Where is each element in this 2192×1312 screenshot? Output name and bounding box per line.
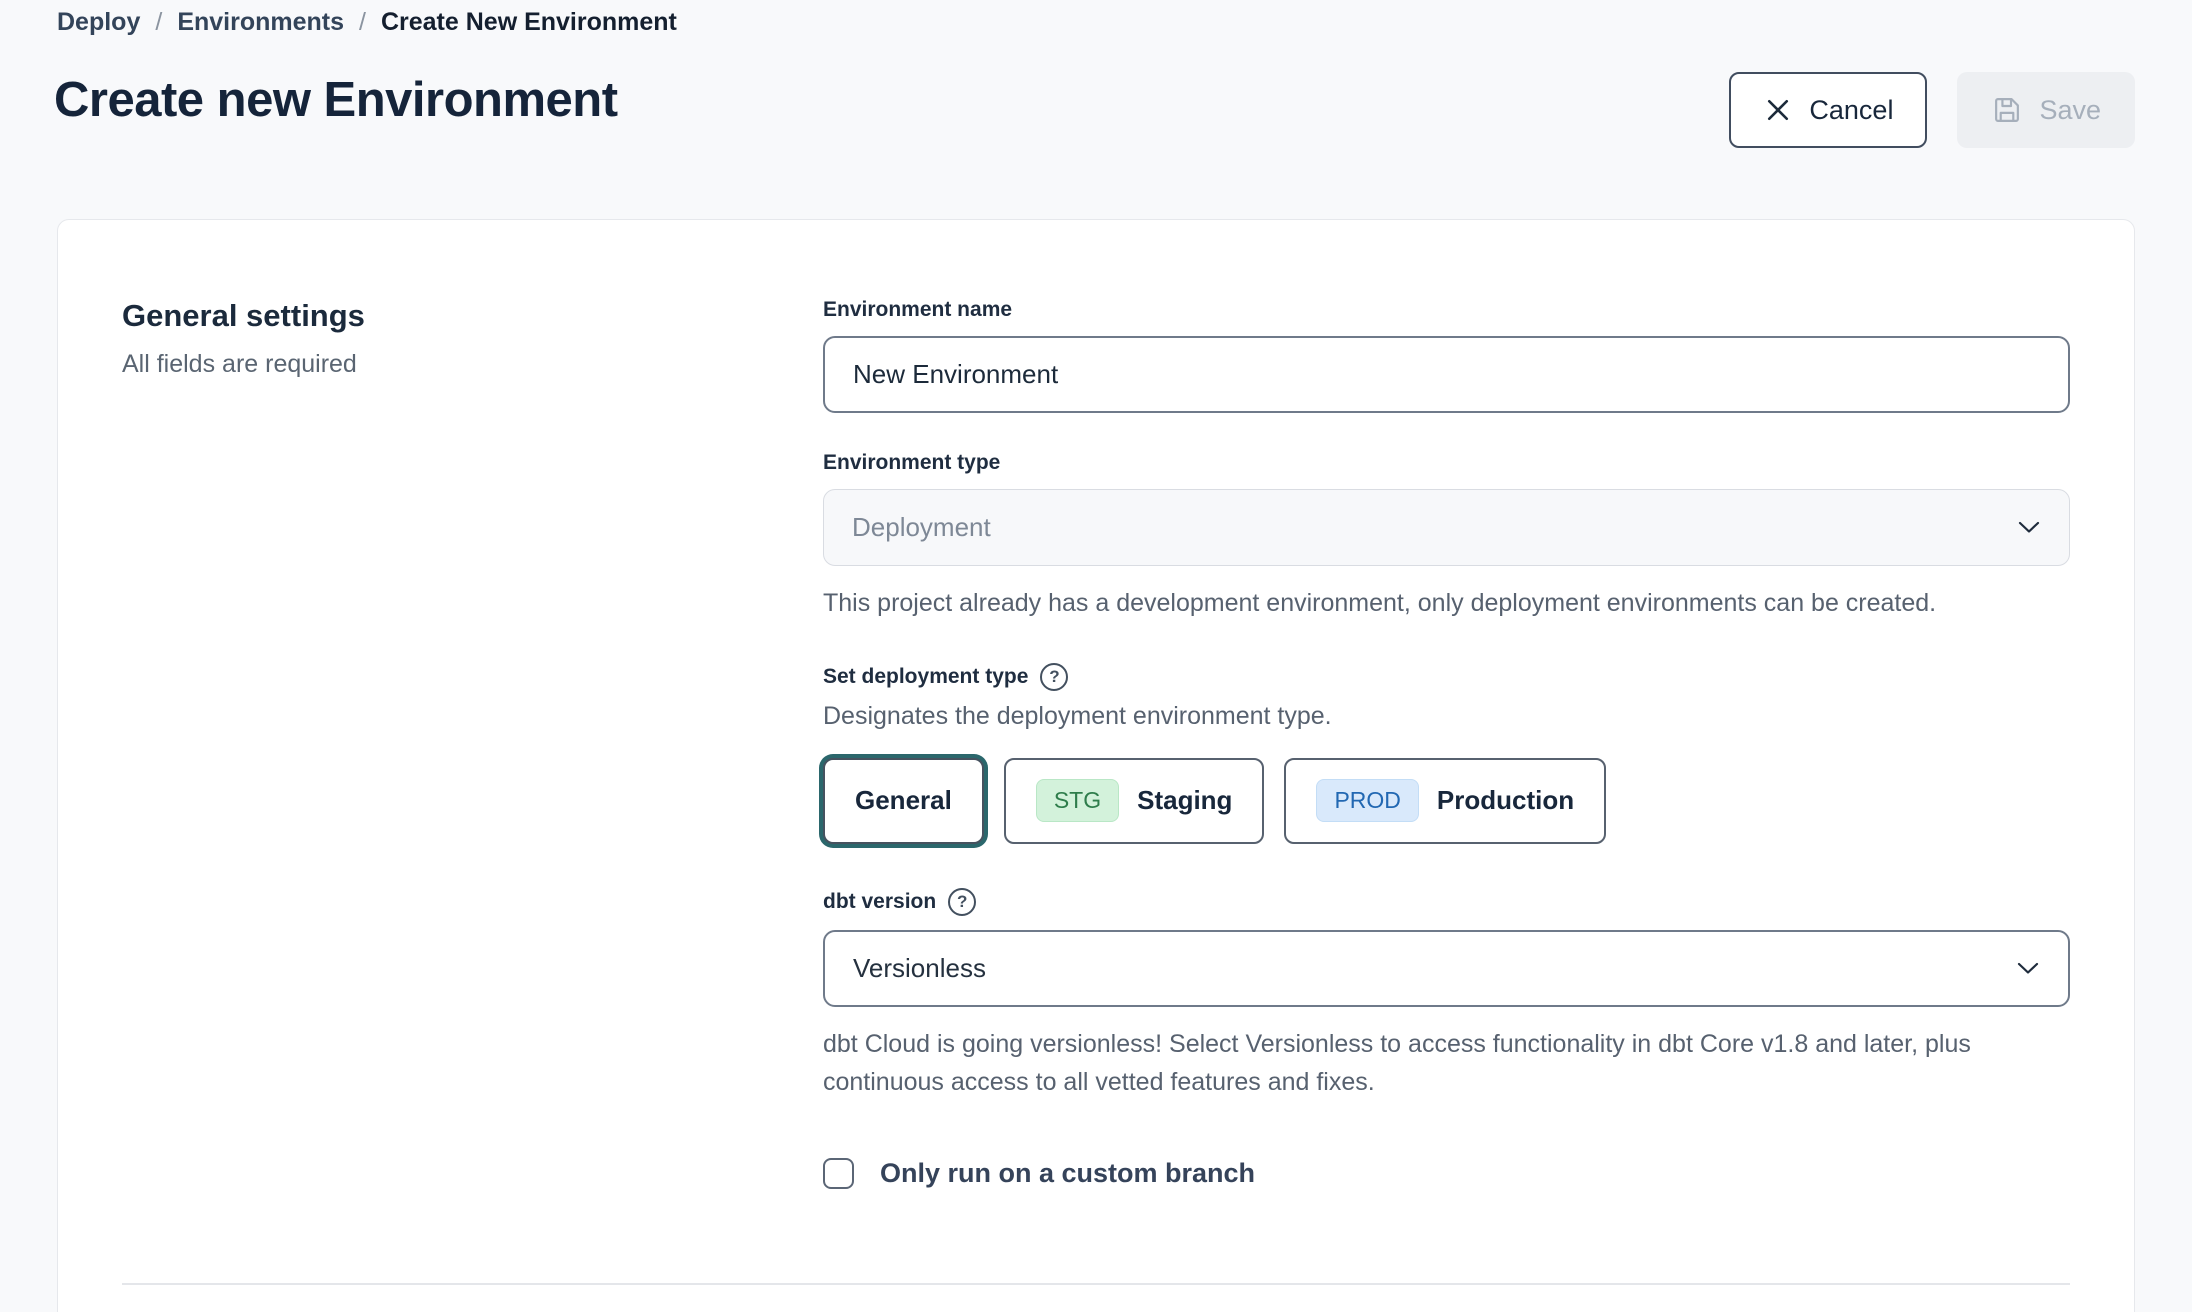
deployment-type-label-text: Set deployment type bbox=[823, 665, 1028, 689]
section-heading: General settings bbox=[122, 298, 823, 334]
cancel-button[interactable]: Cancel bbox=[1729, 72, 1927, 148]
close-icon bbox=[1763, 95, 1793, 125]
breadcrumb: Deploy / Environments / Create New Envir… bbox=[57, 8, 677, 37]
save-button[interactable]: Save bbox=[1957, 72, 2135, 148]
staging-badge: STG bbox=[1036, 779, 1119, 822]
breadcrumb-separator: / bbox=[359, 8, 366, 37]
breadcrumb-environments[interactable]: Environments bbox=[177, 8, 344, 37]
general-settings-card: General settings All fields are required… bbox=[57, 219, 2135, 1312]
environment-type-help: This project already has a development e… bbox=[823, 584, 1998, 623]
help-icon[interactable]: ? bbox=[1040, 663, 1068, 691]
environment-form: Environment name Environment type Deploy… bbox=[823, 298, 2070, 1189]
deployment-type-general-button[interactable]: General bbox=[823, 758, 984, 844]
settings-intro: General settings All fields are required bbox=[122, 298, 823, 1189]
save-icon bbox=[1991, 94, 2023, 126]
production-badge: PROD bbox=[1316, 779, 1418, 822]
deployment-type-staging-label: Staging bbox=[1137, 785, 1232, 816]
dbt-version-help: dbt Cloud is going versionless! Select V… bbox=[823, 1025, 1998, 1103]
breadcrumb-deploy[interactable]: Deploy bbox=[57, 8, 140, 37]
environment-name-label: Environment name bbox=[823, 298, 2070, 322]
deployment-type-help: Designates the deployment environment ty… bbox=[823, 697, 1998, 736]
page-title: Create new Environment bbox=[54, 72, 618, 128]
section-subheading: All fields are required bbox=[122, 350, 823, 379]
environment-type-label-text: Environment type bbox=[823, 451, 1000, 475]
deployment-type-general-label: General bbox=[855, 785, 952, 816]
breadcrumb-separator: / bbox=[155, 8, 162, 37]
dbt-version-select[interactable]: Versionless bbox=[823, 930, 2070, 1007]
custom-branch-checkbox[interactable] bbox=[823, 1158, 854, 1189]
custom-branch-label: Only run on a custom branch bbox=[880, 1158, 1255, 1189]
section-divider bbox=[122, 1283, 2070, 1285]
cancel-button-label: Cancel bbox=[1809, 95, 1893, 126]
create-environment-page: Deploy / Environments / Create New Envir… bbox=[0, 0, 2192, 1312]
deployment-type-staging-button[interactable]: STG Staging bbox=[1004, 758, 1265, 844]
help-icon[interactable]: ? bbox=[948, 888, 976, 916]
environment-name-input[interactable] bbox=[823, 336, 2070, 413]
environment-type-select: Deployment bbox=[823, 489, 2070, 566]
deployment-type-production-button[interactable]: PROD Production bbox=[1284, 758, 1606, 844]
environment-name-label-text: Environment name bbox=[823, 298, 1012, 322]
chevron-down-icon bbox=[2017, 520, 2041, 535]
dbt-version-label: dbt version ? bbox=[823, 888, 2070, 916]
environment-type-label: Environment type bbox=[823, 451, 2070, 475]
custom-branch-row: Only run on a custom branch bbox=[823, 1158, 2070, 1189]
breadcrumb-current: Create New Environment bbox=[381, 8, 677, 37]
environment-type-value: Deployment bbox=[852, 512, 991, 543]
dbt-version-value: Versionless bbox=[853, 953, 986, 984]
header-actions: Cancel Save bbox=[1729, 72, 2135, 148]
dbt-version-label-text: dbt version bbox=[823, 890, 936, 914]
deployment-type-label: Set deployment type ? bbox=[823, 663, 2070, 691]
deployment-type-production-label: Production bbox=[1437, 785, 1574, 816]
chevron-down-icon bbox=[2016, 961, 2040, 976]
deployment-type-options: General STG Staging PROD Production bbox=[823, 758, 2070, 844]
save-button-label: Save bbox=[2039, 95, 2101, 126]
